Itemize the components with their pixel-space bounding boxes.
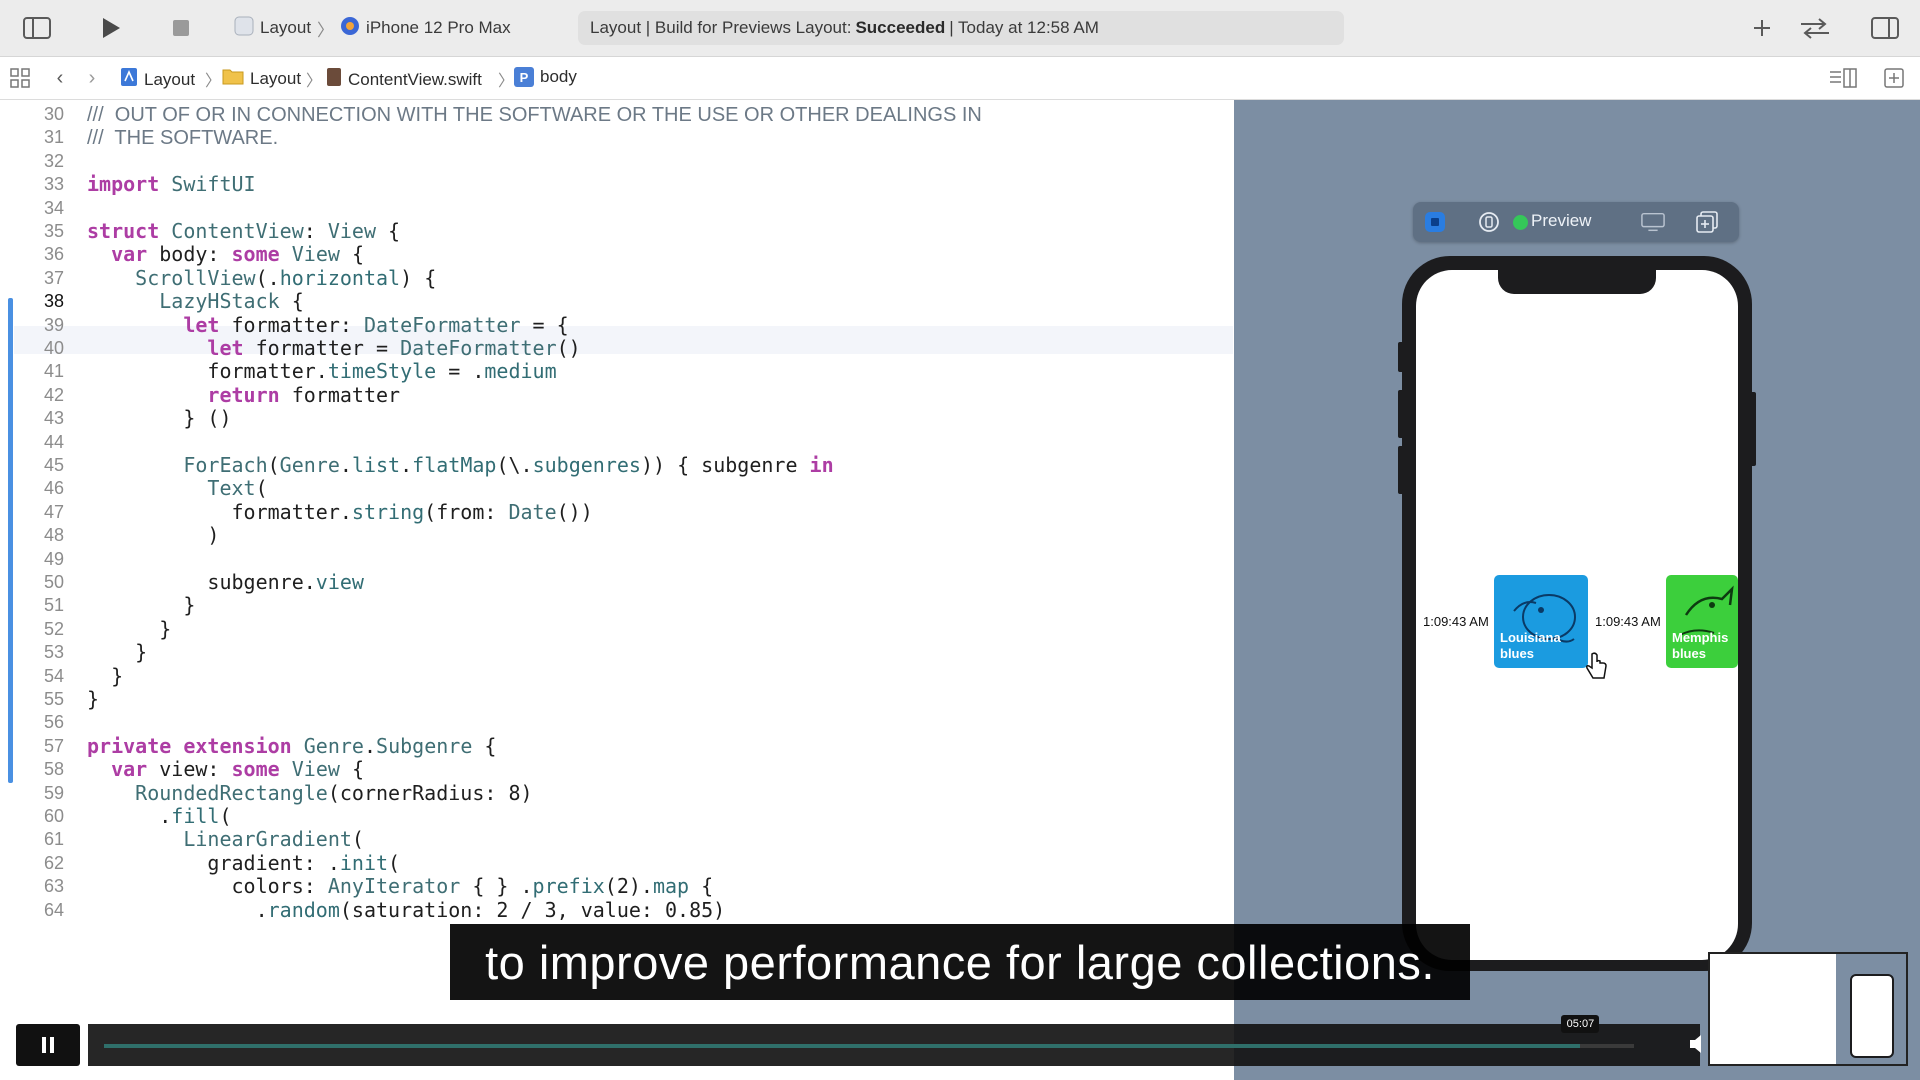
preview-toolbar: Preview <box>1413 202 1739 242</box>
project-icon <box>120 67 138 92</box>
breadcrumb-file[interactable]: ContentView.swift <box>326 67 482 92</box>
scrubber-timestamp: 05:07 <box>1561 1015 1600 1033</box>
scheme-selector[interactable]: Layout 〉 iPhone 12 Pro Max <box>234 14 511 42</box>
selectable-mode-icon[interactable] <box>1477 210 1501 234</box>
breadcrumb-label: ContentView.swift <box>348 69 482 89</box>
scheme-name: Layout <box>260 18 312 37</box>
related-items-icon[interactable] <box>8 66 32 90</box>
pause-button[interactable] <box>16 1024 80 1066</box>
thumbnail-phone <box>1850 974 1894 1058</box>
status-result: Succeeded <box>855 18 946 37</box>
add-icon[interactable] <box>1748 14 1776 42</box>
device-name: iPhone 12 Pro Max <box>366 18 511 37</box>
code-text: .random(saturation: 2 / 3, value: 0.85) <box>87 897 726 922</box>
breadcrumb-symbol[interactable]: P body <box>514 67 577 87</box>
breadcrumb-label: Layout <box>250 68 302 88</box>
status-suffix: | Today at 12:58 AM <box>949 18 1099 37</box>
breadcrumb-project[interactable]: Layout <box>120 67 195 92</box>
duplicate-preview-icon[interactable] <box>1695 210 1719 234</box>
chevron-right-icon: 〉 <box>317 20 335 40</box>
iphone-notch <box>1498 268 1656 294</box>
scrubber-track[interactable] <box>104 1044 1634 1048</box>
property-icon: P <box>514 67 534 87</box>
folder-icon <box>222 67 244 90</box>
code-review-icon[interactable] <box>1798 14 1832 42</box>
tile-label: Memphis blues <box>1672 630 1729 661</box>
chevron-right-icon: 〉 <box>205 73 222 90</box>
scrubber-progress <box>104 1044 1581 1048</box>
editor-options-icon[interactable] <box>1828 66 1858 90</box>
subgenre-tile[interactable]: Memphis blues <box>1666 575 1738 668</box>
volume-icon[interactable] <box>1688 1032 1708 1061</box>
mouse-cursor-icon <box>1584 652 1610 687</box>
device-settings-icon[interactable] <box>1641 210 1665 234</box>
inspector-toggle-icon[interactable] <box>1870 15 1900 41</box>
video-thumbnail-preview[interactable] <box>1708 952 1908 1066</box>
back-icon[interactable]: ‹ <box>50 66 70 90</box>
status-prefix: Layout | Build for Previews Layout: <box>590 18 852 37</box>
pause-icon <box>42 1037 54 1053</box>
line-number: 64 <box>43 899 64 920</box>
chevron-right-icon: 〉 <box>306 73 323 90</box>
navigator-toggle-icon[interactable] <box>22 15 52 41</box>
code-line[interactable]: 64 .random(saturation: 2 / 3, value: 0.8… <box>0 896 1233 925</box>
jump-bar: ‹ › Layout 〉 Layout 〉 ContentView.swift … <box>0 57 1920 100</box>
run-button[interactable] <box>98 15 124 41</box>
breadcrumb-folder[interactable]: Layout <box>222 67 301 90</box>
tile-label: Louisiana blues <box>1500 630 1561 661</box>
time-label: 1:09:43 AM <box>1595 614 1661 629</box>
device-icon <box>340 16 360 41</box>
video-caption: to improve performance for large collect… <box>450 924 1470 1000</box>
video-scrubber[interactable] <box>88 1024 1700 1066</box>
xcode-toolbar: Layout 〉 iPhone 12 Pro Max Layout | Buil… <box>0 0 1920 57</box>
breadcrumb-label: body <box>540 67 577 86</box>
time-label: 1:09:43 AM <box>1423 614 1489 629</box>
subgenre-tile[interactable]: Louisiana blues <box>1494 575 1588 668</box>
thumbnail-editor <box>1710 954 1836 1064</box>
preview-status-dot <box>1513 215 1528 230</box>
stop-button[interactable] <box>170 17 192 39</box>
breadcrumb-label: Layout <box>144 69 196 89</box>
swift-file-icon <box>326 67 342 92</box>
chevron-right-icon: 〉 <box>498 73 515 90</box>
app-icon <box>234 16 254 41</box>
live-preview-icon[interactable] <box>1423 210 1447 234</box>
forward-icon[interactable]: › <box>82 66 102 90</box>
preview-label[interactable]: Preview <box>1531 211 1591 231</box>
add-editor-icon[interactable] <box>1882 66 1906 90</box>
activity-status: Layout | Build for Previews Layout: Succ… <box>578 11 1344 45</box>
